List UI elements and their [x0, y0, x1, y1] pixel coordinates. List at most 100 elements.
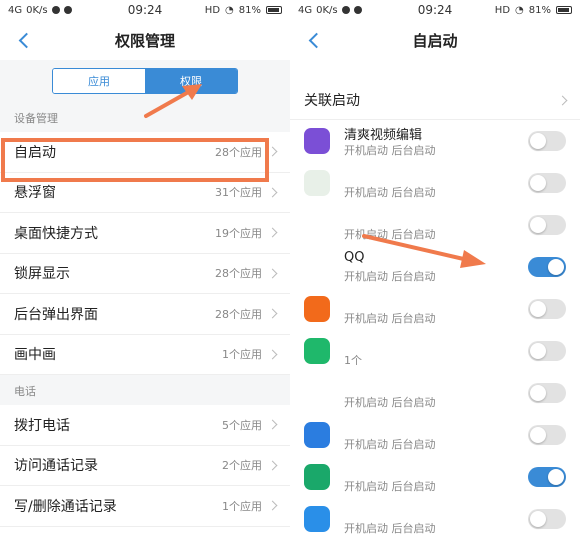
- auto-start-toggle[interactable]: [528, 131, 566, 151]
- app-row: 开机启动 后台启动: [290, 162, 580, 204]
- auto-start-toggle[interactable]: [528, 509, 566, 529]
- app-icon: [304, 422, 330, 448]
- app-start-modes: 开机启动 后台启动: [344, 396, 436, 409]
- app-icon: [304, 128, 330, 154]
- permission-label: 悬浮窗: [14, 185, 56, 202]
- page-title: 自启动: [412, 31, 458, 50]
- permission-row[interactable]: 后台弹出界面 28个应用: [0, 294, 290, 335]
- app-icon: [304, 506, 330, 532]
- app-start-modes: 开机启动 后台启动: [344, 312, 436, 325]
- permission-row[interactable]: 拨打电话 5个应用: [0, 405, 290, 446]
- app-row: 清爽视频编辑 开机启动 后台启动: [290, 120, 580, 162]
- app-icon: [304, 380, 330, 406]
- back-arrow-icon[interactable]: [14, 30, 34, 50]
- app-name: [344, 460, 436, 476]
- app-start-modes: 开机启动 后台启动: [344, 522, 436, 535]
- segmented-tabs: 应用 权限: [52, 68, 238, 94]
- app-icon: [304, 170, 330, 196]
- app-count: 28个应用: [215, 307, 262, 321]
- auto-start-screen: 4G 0K/s 09:24 HD ◔ 81% 自启动 关联启动 清爽视频编辑 开机…: [290, 0, 580, 540]
- tab-bar: 应用 权限: [0, 60, 290, 102]
- chevron-right-icon: [267, 500, 278, 511]
- app-count: 1个应用: [222, 499, 262, 513]
- app-name: [344, 292, 436, 308]
- title-bar: 自启动: [290, 20, 580, 60]
- chevron-right-icon: [557, 95, 568, 106]
- app-icon: [304, 254, 330, 280]
- chevron-right-icon: [267, 460, 278, 470]
- permission-row[interactable]: 画中画 1个应用: [0, 334, 290, 375]
- permission-row[interactable]: 访问通话记录 2个应用: [0, 445, 290, 486]
- app-start-modes: 开机启动 后台启动: [344, 186, 436, 199]
- app-start-modes: 1个: [344, 354, 362, 367]
- app-name: [344, 334, 362, 350]
- tab-permissions[interactable]: 权限: [145, 69, 237, 93]
- permission-row[interactable]: 桌面快捷方式 19个应用: [0, 213, 290, 254]
- permission-row[interactable]: 写/删除通话记录 1个应用: [0, 486, 290, 527]
- permission-label: 写/删除通话记录: [14, 498, 117, 515]
- app-count: 19个应用: [215, 226, 262, 240]
- app-icon: [304, 296, 330, 322]
- tab-apps[interactable]: 应用: [53, 69, 145, 93]
- permission-row[interactable]: 锁屏显示 28个应用: [0, 253, 290, 294]
- chevron-right-icon: [267, 419, 278, 430]
- auto-start-toggle[interactable]: [528, 257, 566, 277]
- permission-label: 访问通话记录: [14, 458, 98, 475]
- chevron-right-icon: [267, 146, 278, 157]
- app-name: QQ: [344, 250, 365, 265]
- app-row: 开机启动 后台启动: [290, 204, 580, 246]
- linked-start-row[interactable]: 关联启动: [290, 80, 580, 120]
- permission-label: 桌面快捷方式: [14, 225, 98, 242]
- battery-icon: [556, 6, 572, 14]
- permission-management-screen: 4G 0K/s 09:24 HD ◔ 81% 权限管理 应用 权限 设备管理 自启动…: [0, 0, 290, 540]
- app-start-modes: 开机启动 后台启动: [344, 144, 436, 157]
- app-start-modes: 开机启动 后台启动: [344, 270, 436, 283]
- app-icon: [304, 338, 330, 364]
- auto-start-toggle[interactable]: [528, 341, 566, 361]
- app-count: 2个应用: [222, 459, 262, 473]
- battery-icon: [266, 6, 282, 14]
- permission-list: 设备管理 自启动 28个应用 悬浮窗 31个应用 桌面快捷方式 19个应用 锁屏显示 28个应用…: [0, 102, 290, 527]
- chevron-right-icon: [267, 187, 278, 197]
- auto-start-toggle[interactable]: [528, 425, 566, 445]
- app-row: 开机启动 后台启动: [290, 414, 580, 456]
- app-row: 开机启动 后台启动: [290, 372, 580, 414]
- app-row: 1个: [290, 330, 580, 372]
- app-count: 5个应用: [222, 418, 262, 432]
- back-arrow-icon[interactable]: [304, 30, 324, 50]
- app-icon: [304, 212, 330, 238]
- permission-row[interactable]: 悬浮窗 31个应用: [0, 172, 290, 213]
- permission-label: 画中画: [14, 347, 56, 364]
- app-start-modes: 开机启动 后台启动: [344, 480, 436, 493]
- linked-start-label: 关联启动: [304, 92, 360, 109]
- title-bar: 权限管理: [0, 20, 290, 60]
- status-bar: 4G 0K/s 09:24 HD ◔ 81%: [290, 0, 580, 20]
- section-header: 设备管理: [0, 102, 290, 132]
- permission-row[interactable]: 自启动 28个应用: [0, 132, 290, 173]
- app-name: [344, 418, 436, 434]
- status-time: 09:24: [417, 3, 453, 17]
- app-name: [344, 376, 436, 392]
- auto-start-toggle[interactable]: [528, 383, 566, 403]
- auto-start-toggle[interactable]: [528, 173, 566, 193]
- chevron-right-icon: [267, 308, 278, 319]
- status-time: 09:24: [127, 3, 163, 17]
- auto-start-toggle[interactable]: [528, 215, 566, 235]
- auto-start-toggle[interactable]: [528, 467, 566, 487]
- app-row: 开机启动 后台启动: [290, 498, 580, 540]
- app-name: [344, 166, 436, 182]
- permission-label: 拨打电话: [14, 417, 70, 434]
- app-count: 28个应用: [215, 267, 262, 281]
- section-header: 电话: [0, 375, 290, 405]
- app-start-modes: 开机启动 后台启动: [344, 438, 436, 451]
- chevron-right-icon: [267, 268, 278, 278]
- permission-label: 后台弹出界面: [14, 306, 98, 323]
- app-count: 28个应用: [215, 145, 262, 159]
- app-start-modes: 开机启动 后台启动: [344, 228, 436, 241]
- app-name: [344, 208, 436, 224]
- page-title: 权限管理: [114, 31, 175, 50]
- permission-label: 自启动: [14, 144, 56, 161]
- app-name: 清爽视频编辑: [344, 128, 423, 143]
- app-icon: [304, 464, 330, 490]
- auto-start-toggle[interactable]: [528, 299, 566, 319]
